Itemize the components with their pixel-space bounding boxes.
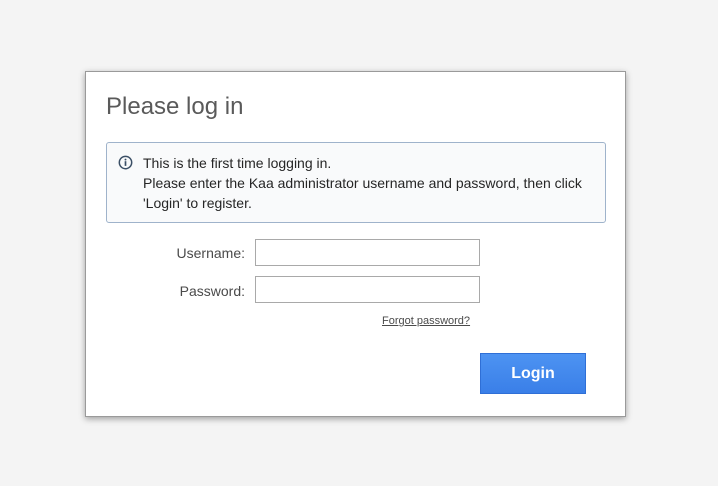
username-input[interactable]: [255, 239, 480, 266]
forgot-password-link[interactable]: Forgot password?: [382, 315, 470, 327]
info-line-1: This is the first time logging in.: [143, 155, 332, 171]
username-label: Username:: [176, 245, 245, 261]
dialog-title: Please log in: [106, 93, 244, 120]
info-circle-icon: [118, 155, 133, 170]
info-line-2: Please enter the Kaa administrator usern…: [143, 175, 582, 191]
password-label: Password:: [179, 283, 245, 299]
login-button[interactable]: Login: [480, 353, 586, 394]
info-message-box: This is the first time logging in. Pleas…: [106, 142, 606, 223]
password-input[interactable]: [255, 276, 480, 303]
login-dialog: Please log in This is the first time log…: [85, 71, 626, 417]
info-line-3: 'Login' to register.: [143, 195, 252, 211]
info-message-text: This is the first time logging in. Pleas…: [143, 153, 603, 213]
